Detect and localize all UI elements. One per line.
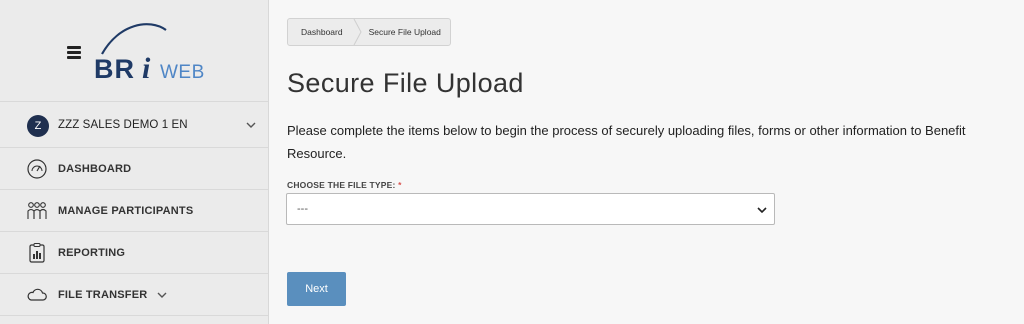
clipboard-chart-icon bbox=[26, 242, 48, 264]
breadcrumb-current: Secure File Upload bbox=[368, 27, 441, 37]
breadcrumb-dashboard-link[interactable]: Dashboard bbox=[288, 19, 357, 45]
sidebar-item-file-transfer[interactable]: FILE TRANSFER bbox=[0, 274, 268, 316]
chevron-down-icon bbox=[757, 207, 767, 213]
sidebar-item-label: FILE TRANSFER bbox=[58, 288, 148, 301]
logo-text-i: i bbox=[142, 52, 151, 84]
file-type-select-value: --- bbox=[297, 203, 308, 215]
account-name: ZZZ SALES DEMO 1 EN bbox=[58, 118, 188, 131]
avatar: Z bbox=[27, 115, 49, 137]
cloud-icon bbox=[26, 284, 48, 306]
people-icon bbox=[26, 200, 48, 222]
speedometer-icon bbox=[26, 158, 48, 180]
account-switcher[interactable]: Z ZZZ SALES DEMO 1 EN bbox=[0, 102, 268, 148]
required-marker: * bbox=[398, 180, 402, 190]
chevron-down-icon[interactable] bbox=[246, 122, 256, 128]
intro-text: Please complete the items below to begin… bbox=[287, 123, 966, 161]
hamburger-menu-icon[interactable] bbox=[67, 46, 81, 59]
next-button[interactable]: Next bbox=[287, 272, 346, 306]
breadcrumb: Dashboard Secure File Upload bbox=[287, 18, 451, 46]
file-type-label: CHOOSE THE FILE TYPE: * bbox=[287, 180, 402, 190]
sidebar-item-label: MANAGE PARTICIPANTS bbox=[58, 204, 194, 217]
sidebar: BR i WEB Z ZZZ SALES DEMO 1 EN DASHBOARD bbox=[0, 0, 269, 324]
chevron-down-icon[interactable] bbox=[157, 292, 167, 298]
sidebar-item-label: REPORTING bbox=[58, 246, 126, 259]
sidebar-item-dashboard[interactable]: DASHBOARD bbox=[0, 148, 268, 190]
briweb-logo[interactable]: BR i WEB bbox=[94, 20, 224, 84]
main-content: Dashboard Secure File Upload Secure File… bbox=[270, 0, 1024, 324]
sidebar-item-label: DASHBOARD bbox=[58, 162, 132, 175]
logo-text-bri: BR bbox=[94, 54, 135, 84]
sidebar-item-manage-participants[interactable]: MANAGE PARTICIPANTS bbox=[0, 190, 268, 232]
sidebar-item-reporting[interactable]: REPORTING bbox=[0, 232, 268, 274]
brand-header: BR i WEB bbox=[0, 0, 268, 102]
page-title: Secure File Upload bbox=[287, 68, 524, 98]
breadcrumb-separator-icon bbox=[353, 19, 365, 45]
logo-text-web: WEB bbox=[160, 62, 205, 83]
file-type-label-text: CHOOSE THE FILE TYPE: bbox=[287, 180, 396, 190]
file-type-select[interactable]: --- bbox=[286, 193, 775, 225]
